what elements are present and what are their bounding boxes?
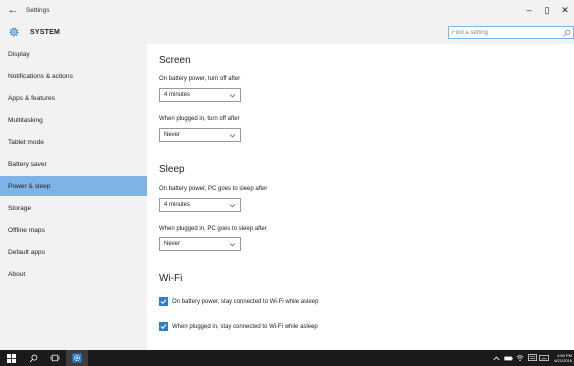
sidebar-item-label: Display [8,50,30,58]
back-button[interactable]: ← [0,0,26,20]
sidebar-item-multitasking[interactable]: Multitasking [0,110,147,130]
search-taskbar-button[interactable] [22,350,44,366]
checkbox-label: On battery power, stay connected to Wi-F… [172,298,319,305]
search-icon [29,354,37,362]
sidebar-item-apps-features[interactable]: Apps & features [0,88,147,108]
battery-icon [504,356,513,360]
checkbox-label: When plugged in, stay connected to Wi-Fi… [172,323,318,330]
window-title: Settings [26,6,50,14]
wifi-plugged-checkbox[interactable] [159,322,168,331]
start-button[interactable] [0,350,22,366]
sidebar-item-label: Power & sleep [8,182,51,190]
sidebar-item-battery-saver[interactable]: Battery saver [0,154,147,174]
sidebar-item-label: Apps & features [8,94,55,102]
settings-taskbar-button[interactable] [66,350,88,366]
search-input[interactable] [449,29,549,36]
sidebar-item-tablet-mode[interactable]: Tablet mode [0,132,147,152]
sidebar-item-label: Notifications & actions [8,72,73,80]
sidebar-item-label: Default apps [8,248,46,256]
sidebar-item-notifications[interactable]: Notifications & actions [0,66,147,86]
chevron-down-icon [229,134,236,138]
maximize-icon: ▯ [544,4,550,15]
minimize-button[interactable]: – [520,0,538,20]
checkmark-icon [160,299,167,305]
clock-date: 6/21/2016 [554,358,572,363]
close-icon: ✕ [561,4,569,15]
sidebar-item-display[interactable]: Display [0,44,147,64]
dropdown-value: 4 minutes [164,92,191,98]
back-arrow-icon: ← [7,4,19,16]
checkmark-icon [160,324,167,330]
windows-logo-icon [6,353,16,363]
sidebar-item-label: Tablet mode [8,138,44,146]
sidebar-item-label: Battery saver [8,160,47,168]
search-box[interactable] [448,26,574,39]
dropdown-value: Never [164,132,181,138]
task-view-button[interactable] [44,350,66,366]
sidebar-item-storage[interactable]: Storage [0,198,147,218]
section-heading-screen: Screen [159,55,191,66]
sidebar-item-about[interactable]: About [0,264,147,284]
system-tray: 4:50 PM 6/21/2016 [490,350,574,366]
wifi-icon [516,355,524,361]
dropdown-value: 4 minutes [164,202,191,208]
section-heading-sleep: Sleep [159,164,185,175]
main-content: Screen On battery power, turn off after … [147,44,574,350]
window-controls: – ▯ ✕ [520,0,574,20]
show-hidden-icons-button[interactable] [490,350,502,366]
sidebar-item-offline-maps[interactable]: Offline maps [0,220,147,240]
notification-button[interactable] [526,350,538,366]
page-header: SYSTEM [0,20,574,44]
wifi-battery-checkbox[interactable] [159,297,168,306]
screen-plugged-dropdown[interactable]: Never [159,128,241,142]
task-view-icon [50,354,60,362]
screen-plugged-label: When plugged in, turn off after [159,116,240,122]
sleep-battery-dropdown[interactable]: 4 minutes [159,198,241,212]
gear-icon [9,27,19,37]
wifi-plugged-checkbox-row[interactable]: When plugged in, stay connected to Wi-Fi… [159,322,318,331]
clock[interactable]: 4:50 PM 6/21/2016 [554,353,572,363]
screen-battery-label: On battery power, turn off after [159,76,241,82]
sidebar: Display Notifications & actions Apps & f… [0,44,147,350]
dropdown-value: Never [164,241,181,247]
sidebar-item-default-apps[interactable]: Default apps [0,242,147,262]
maximize-button[interactable]: ▯ [538,0,556,20]
sidebar-item-power-sleep[interactable]: Power & sleep [0,176,147,196]
sidebar-item-label: About [8,270,26,278]
minimize-icon: – [526,5,532,15]
sleep-plugged-label: When plugged in, PC goes to sleep after [159,226,267,232]
title-bar: ← Settings – ▯ ✕ [0,0,574,20]
sidebar-item-label: Offline maps [8,226,45,234]
keyboard-icon [539,355,550,361]
wifi-battery-checkbox-row[interactable]: On battery power, stay connected to Wi-F… [159,297,318,306]
chevron-up-icon [493,356,500,360]
chevron-down-icon [229,204,236,208]
battery-button[interactable] [502,350,514,366]
sidebar-item-label: Multitasking [8,116,43,124]
chevron-down-icon [229,94,236,98]
close-button[interactable]: ✕ [556,0,574,20]
action-center-icon [527,354,537,361]
keyboard-button[interactable] [538,350,550,366]
gear-icon [72,353,82,363]
page-title: SYSTEM [30,28,60,36]
search-icon[interactable] [563,29,571,37]
screen-battery-dropdown[interactable]: 4 minutes [159,88,241,102]
sleep-battery-label: On battery power, PC goes to sleep after [159,186,268,192]
sidebar-item-label: Storage [8,204,32,212]
taskbar: 4:50 PM 6/21/2016 [0,350,574,366]
sleep-plugged-dropdown[interactable]: Never [159,237,241,251]
section-heading-wifi: Wi-Fi [159,273,183,284]
network-button[interactable] [514,350,526,366]
chevron-down-icon [229,243,236,247]
